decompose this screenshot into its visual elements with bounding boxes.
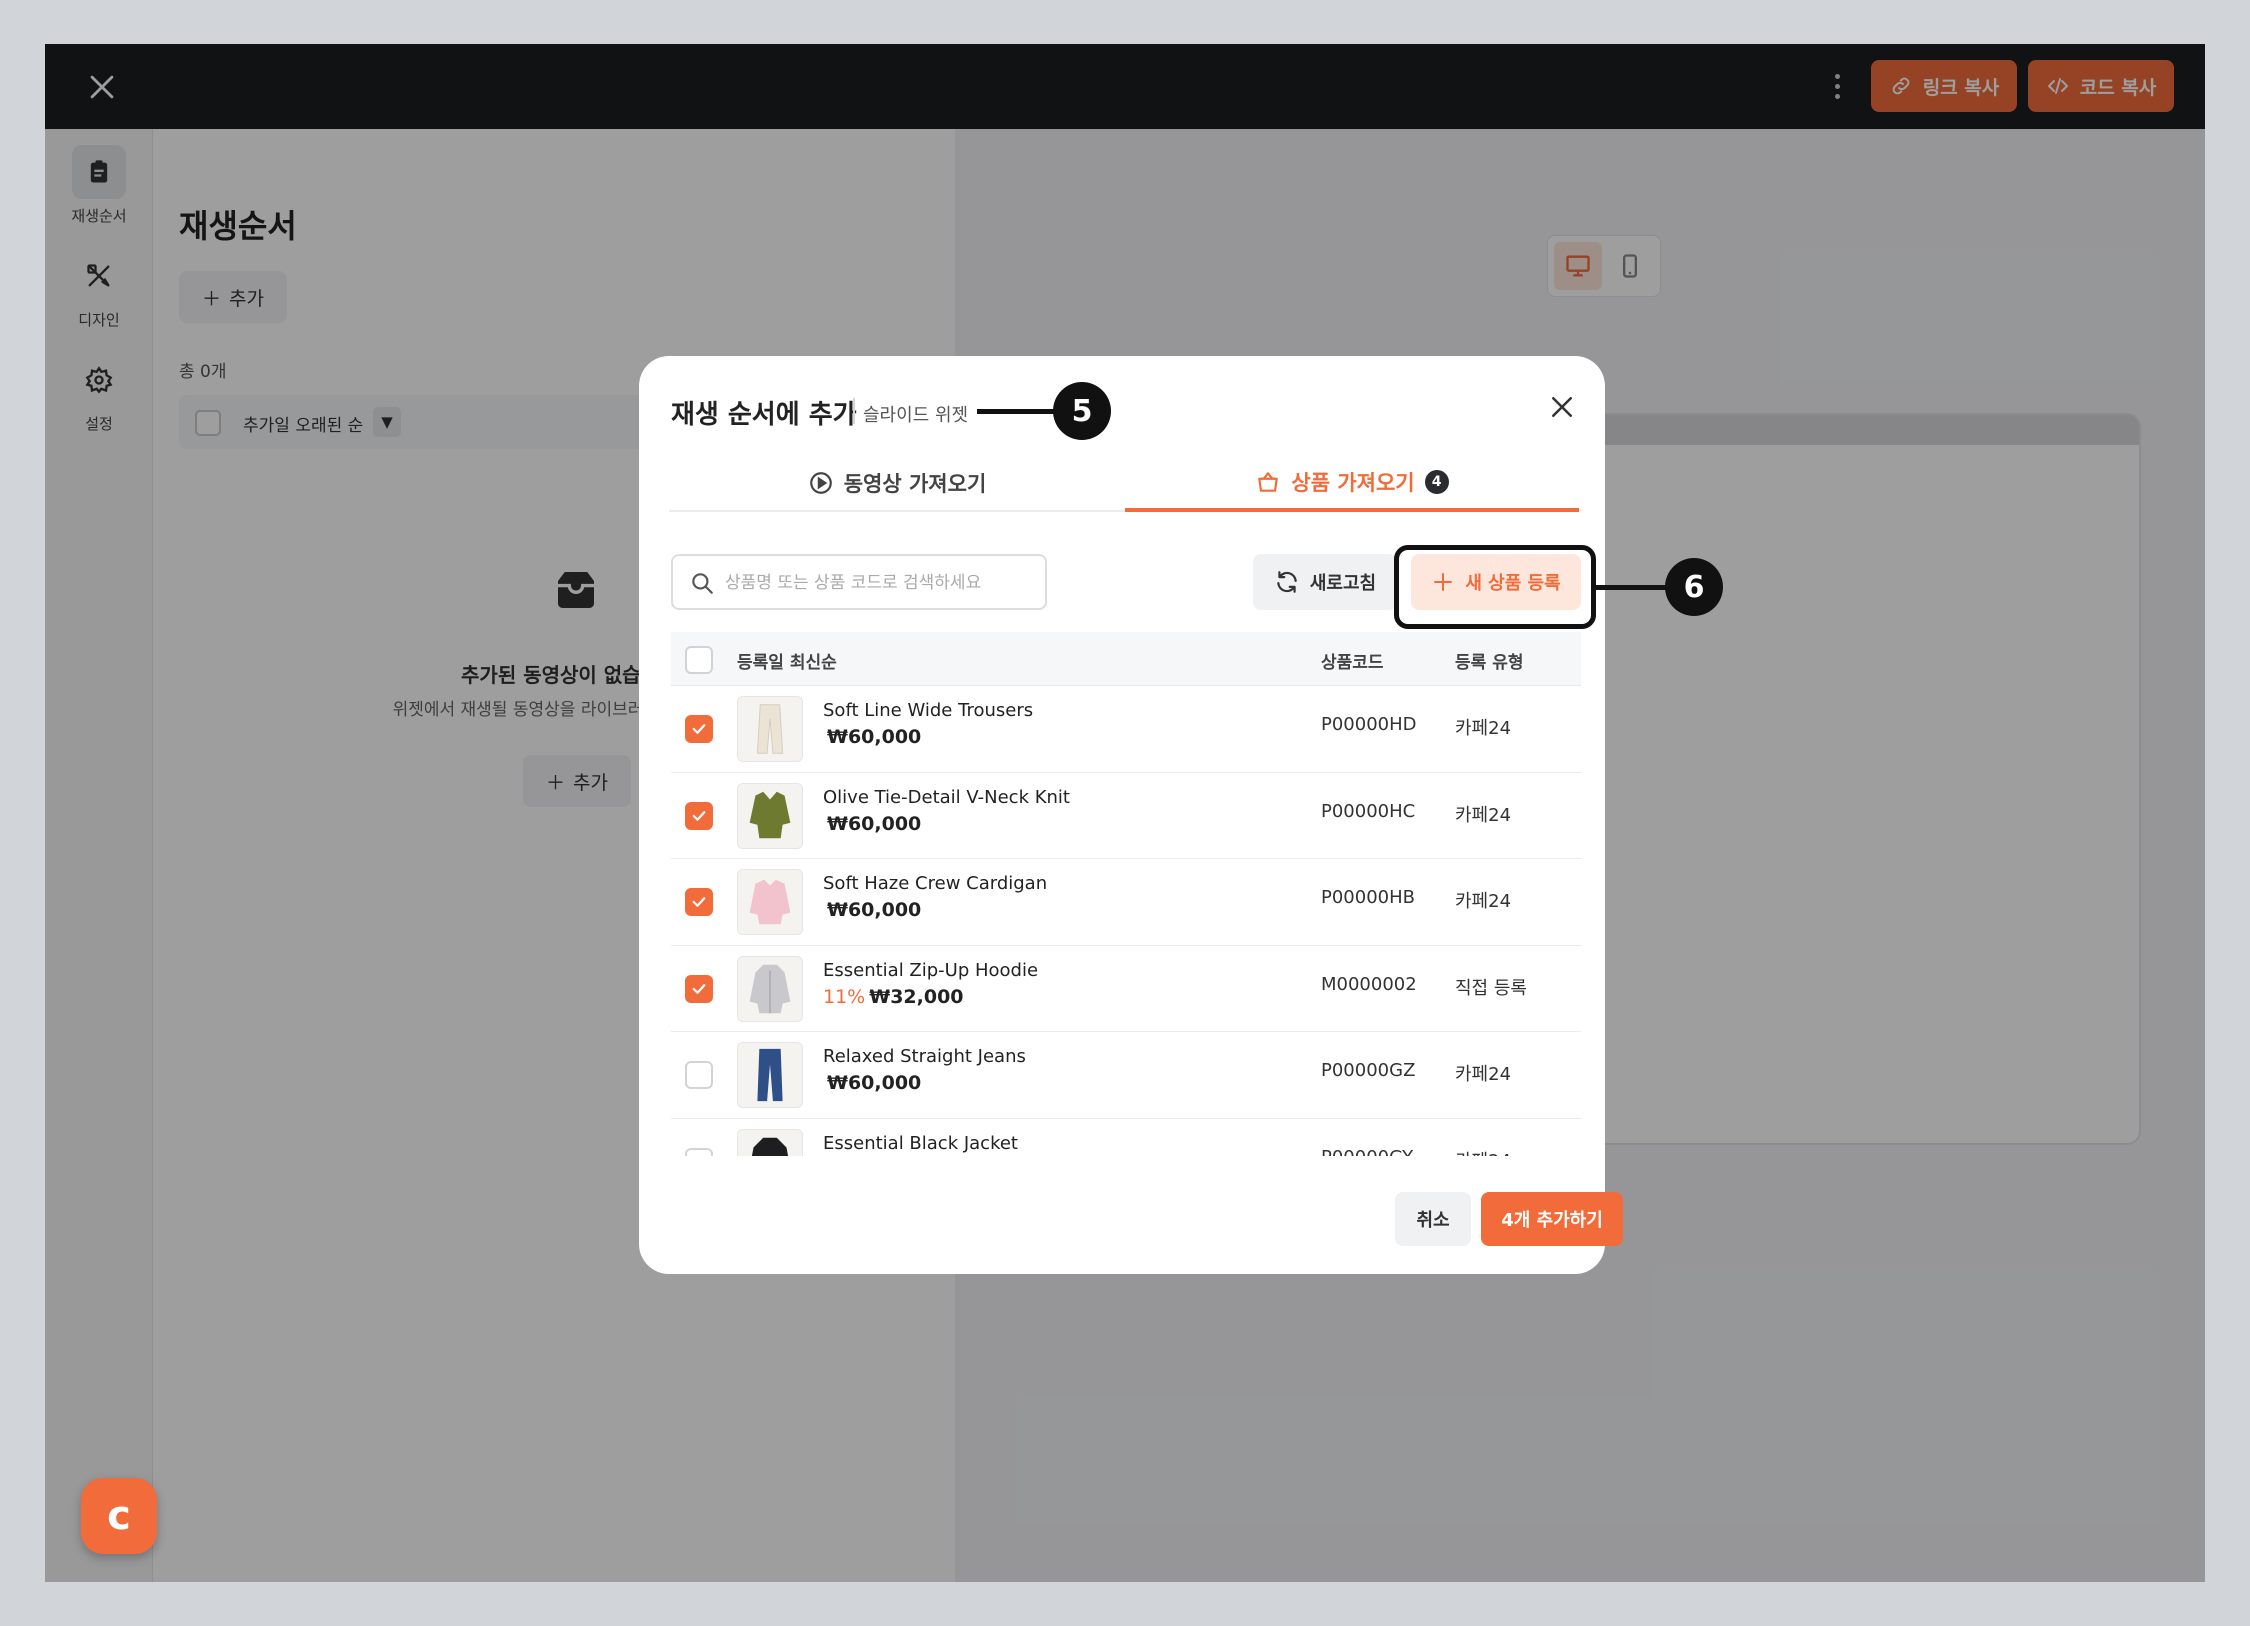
check-icon (692, 724, 706, 734)
product-thumbnail (737, 955, 803, 1022)
refresh-label: 새로고침 (1309, 573, 1377, 594)
product-code: P00000HC (1321, 800, 1416, 822)
product-price-value: ₩32,000 (869, 985, 964, 1008)
count-badge: 4 (1424, 470, 1449, 494)
product-name: Soft Haze Crew Cardigan (823, 873, 1048, 894)
add-selected-button[interactable]: 4개 추가하기 (1481, 1192, 1623, 1246)
product-code: M0000002 (1321, 973, 1417, 995)
product-code: P00000GY (1321, 1147, 1413, 1157)
refresh-button[interactable]: 새로고침 (1253, 554, 1397, 610)
tab-label: 동영상 가져오기 (843, 472, 987, 496)
refresh-icon (1277, 571, 1297, 593)
product-type: 카페24 (1455, 1064, 1512, 1085)
shopping-bag-icon (1258, 472, 1279, 492)
product-code: P00000HB (1321, 887, 1415, 908)
product-name: Essential Zip-Up Hoodie (823, 959, 1039, 981)
callout-line-5 (977, 409, 1057, 414)
table-row[interactable]: Soft Line Wide Trousers ₩60,000 P00000HD… (671, 686, 1581, 773)
table-row[interactable]: Relaxed Straight Jeans ₩60,000 P00000GZ … (671, 1032, 1581, 1119)
product-price-value: ₩60,000 (827, 899, 922, 921)
row-checkbox[interactable] (685, 974, 713, 1003)
app-window: 링크 복사 코드 복사 재생순서 디자인 설정 재생순서 ＋ 추가 총 0개 추… (45, 44, 2205, 1582)
product-type: 카페24 (1455, 1147, 1511, 1157)
table-row[interactable]: Essential Black Jacket P00000GY 카페24 (671, 1119, 1581, 1157)
product-price: ₩60,000 (823, 726, 921, 748)
product-name: Olive Tie-Detail V-Neck Knit (823, 786, 1070, 808)
add-to-playlist-modal: 재생 순서에 추가 슬라이드 위젯 동영상 가져오기 상품 가져오기 4 새로고… (639, 356, 1623, 1274)
product-thumbnail (737, 1042, 803, 1108)
check-icon (692, 897, 706, 907)
chat-fab-button[interactable]: c (81, 1478, 157, 1554)
select-all-checkbox[interactable] (685, 646, 713, 674)
product-thumbnail (737, 696, 803, 762)
callout-highlight-6 (1394, 545, 1596, 629)
product-price: ₩60,000 (823, 1072, 921, 1094)
product-code: P00000HD (1321, 714, 1417, 735)
tab-label: 상품 가져오기 (1291, 471, 1415, 495)
product-price: ₩60,000 (823, 899, 921, 921)
callout-marker-5: 5 (1053, 382, 1111, 440)
table-row[interactable]: Soft Haze Crew Cardigan ₩60,000 P00000HB… (671, 859, 1581, 946)
product-discount: 11% (823, 985, 866, 1008)
product-price-value: ₩60,000 (827, 1072, 922, 1094)
product-type: 카페24 (1455, 718, 1512, 739)
play-circle-icon (809, 472, 832, 494)
modal-subtitle: 슬라이드 위젯 (863, 405, 969, 426)
search-icon (692, 573, 713, 594)
product-type: 카페24 (1455, 804, 1512, 826)
column-header-product[interactable]: 등록일 최신순 (737, 648, 837, 673)
row-checkbox[interactable] (685, 715, 713, 743)
row-checkbox[interactable] (685, 801, 713, 830)
table-header: 등록일 최신순 상품코드 등록 유형 (671, 632, 1581, 686)
tab-import-videos[interactable]: 동영상 가져오기 (669, 456, 1125, 512)
column-header-code: 상품코드 (1321, 653, 1384, 673)
row-checkbox[interactable] (685, 888, 713, 916)
product-thumbnail (737, 1128, 803, 1156)
product-price: ₩60,000 (823, 813, 921, 835)
tab-import-products[interactable]: 상품 가져오기 4 (1125, 456, 1579, 512)
product-code: P00000GZ (1321, 1060, 1416, 1081)
callout-marker-6: 6 (1665, 558, 1723, 616)
brand-logo-icon: c (107, 1493, 131, 1539)
title-divider (853, 398, 855, 424)
product-table-body[interactable]: Soft Line Wide Trousers ₩60,000 P00000HD… (671, 686, 1581, 1156)
product-price-value: ₩60,000 (827, 726, 922, 748)
product-type: 직접 등록 (1455, 977, 1527, 999)
product-name: Soft Line Wide Trousers (823, 700, 1034, 721)
product-price-value: ₩60,000 (827, 812, 922, 835)
row-checkbox[interactable] (685, 1147, 713, 1156)
search-input[interactable] (725, 568, 1025, 598)
product-name: Relaxed Straight Jeans (823, 1046, 1026, 1067)
product-type: 카페24 (1455, 891, 1512, 912)
modal-title: 재생 순서에 추가 (671, 400, 857, 430)
column-header-type: 등록 유형 (1455, 653, 1524, 673)
check-icon (692, 983, 706, 994)
product-thumbnail (737, 782, 803, 849)
cancel-button[interactable]: 취소 (1395, 1192, 1471, 1246)
table-row[interactable]: Essential Zip-Up Hoodie 11% ₩32,000 M0000… (671, 946, 1581, 1032)
row-checkbox[interactable] (685, 1061, 713, 1089)
check-icon (692, 810, 706, 821)
product-price: 11% ₩32,000 (823, 986, 964, 1008)
table-row[interactable]: Olive Tie-Detail V-Neck Knit ₩60,000 P00… (671, 773, 1581, 859)
product-name: Essential Black Jacket (823, 1132, 1018, 1154)
callout-line-6 (1596, 585, 1668, 590)
close-icon[interactable] (1547, 392, 1577, 422)
product-thumbnail (737, 869, 803, 935)
product-search (671, 554, 1047, 610)
